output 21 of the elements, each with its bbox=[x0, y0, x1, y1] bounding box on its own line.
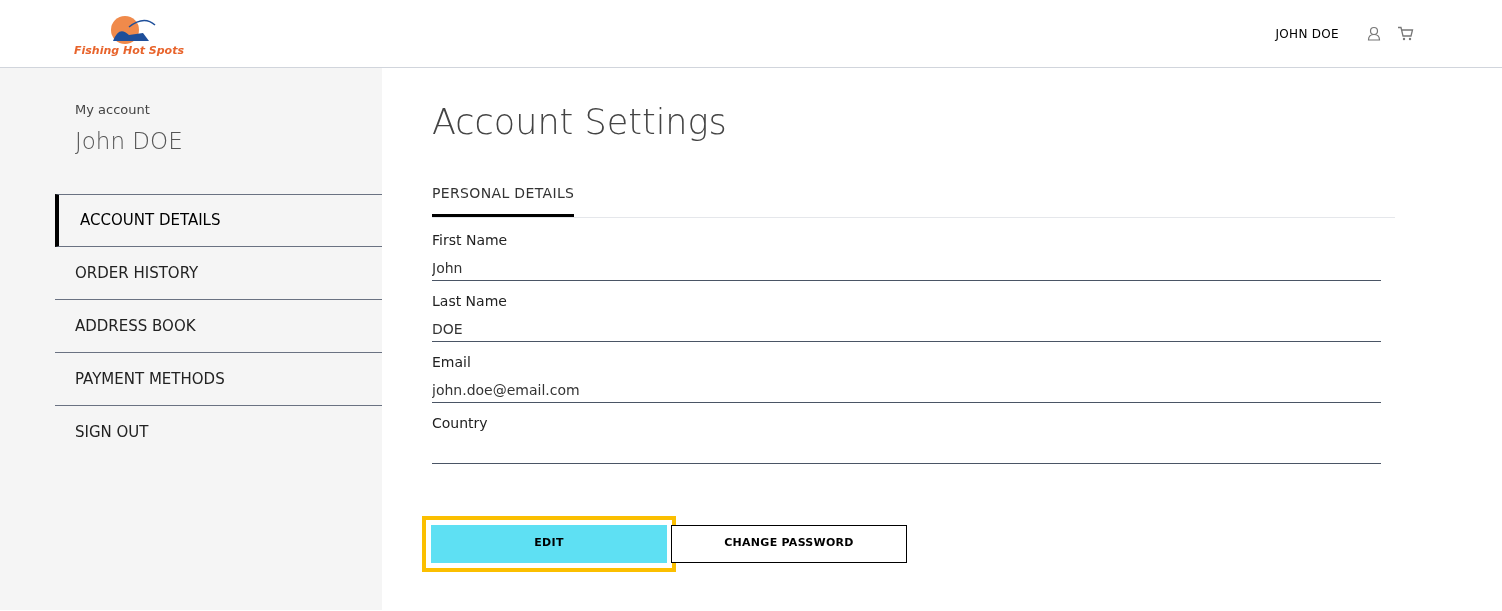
sidebar-menu-item[interactable]: PAYMENT METHODS bbox=[55, 353, 382, 406]
tab[interactable]: PERSONAL DETAILS bbox=[432, 182, 575, 217]
sidebar-menu-item[interactable]: SIGN OUT bbox=[55, 406, 382, 459]
cart-icon[interactable] bbox=[1397, 26, 1414, 41]
input-field[interactable]: DOE bbox=[432, 317, 1381, 342]
edit-button[interactable]: EDIT bbox=[431, 524, 667, 563]
sidebar-menu-item[interactable]: ADDRESS BOOK bbox=[55, 300, 382, 353]
sidebar-menu-item[interactable]: ACCOUNT DETAILS bbox=[55, 194, 382, 247]
account-caption: My account bbox=[74, 101, 151, 119]
account-name: John DOE bbox=[74, 126, 184, 156]
field-label: Country bbox=[432, 413, 489, 433]
input-field[interactable]: john.doe@email.com bbox=[432, 378, 1381, 403]
page-title: Account Settings bbox=[432, 101, 728, 144]
field-label: Email bbox=[432, 352, 472, 372]
sidebar-menu-item[interactable]: ORDER HISTORY bbox=[55, 247, 382, 300]
input-field[interactable]: John bbox=[432, 256, 1381, 281]
user-icon[interactable] bbox=[1367, 26, 1381, 41]
field-label: First Name bbox=[432, 230, 509, 250]
change-password-button[interactable]: CHANGE PASSWORD bbox=[671, 524, 907, 563]
field-label: Last Name bbox=[432, 291, 508, 311]
user-name[interactable]: JOHN DOE bbox=[1275, 24, 1339, 43]
